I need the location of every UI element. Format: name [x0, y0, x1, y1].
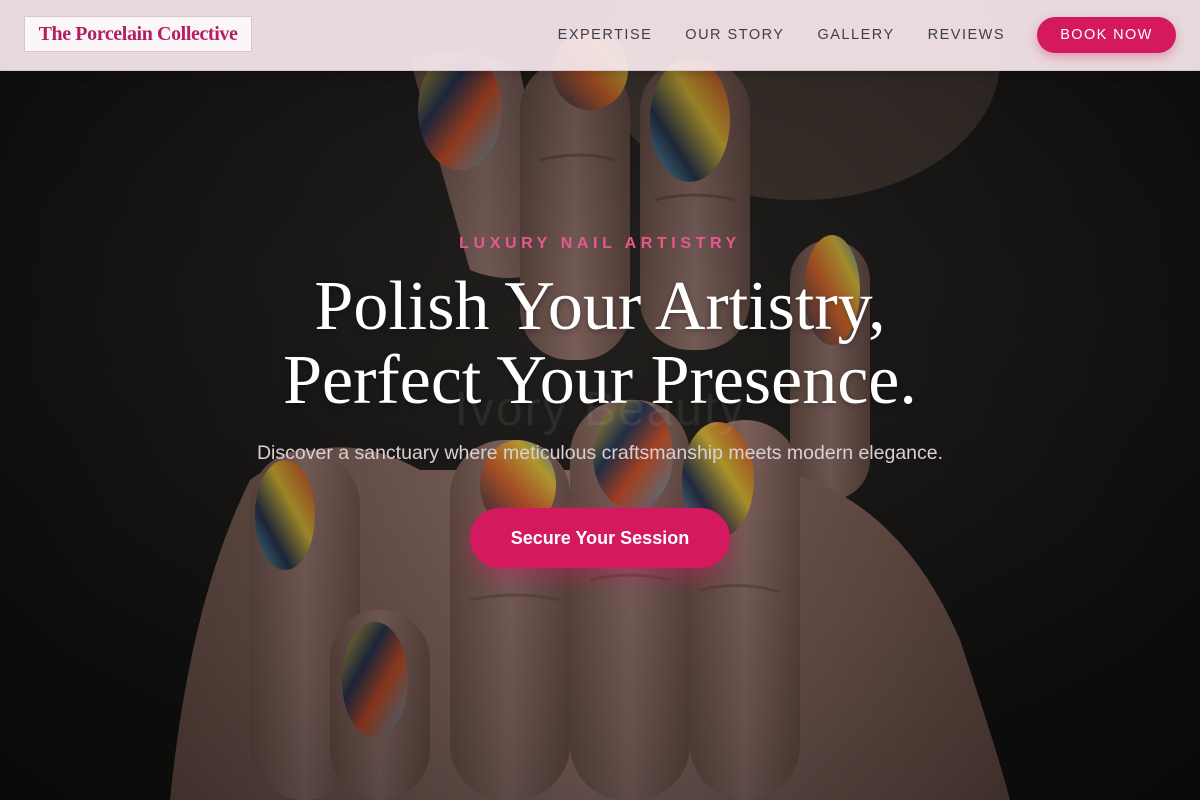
hero-headline-line-1: Polish Your Artistry,: [314, 268, 886, 345]
book-now-button[interactable]: BOOK NOW: [1037, 17, 1176, 53]
nav-link-reviews[interactable]: REVIEWS: [928, 27, 1005, 43]
hero-headline-line-2: Perfect Your Presence.: [283, 342, 917, 419]
nav-link-expertise[interactable]: EXPERTISE: [558, 27, 653, 43]
top-navbar: The Porcelain Collective EXPERTISE OUR S…: [0, 0, 1200, 71]
secure-session-button[interactable]: Secure Your Session: [470, 508, 730, 568]
hero-eyebrow: LUXURY NAIL ARTISTRY: [459, 235, 741, 252]
brand-logo[interactable]: The Porcelain Collective: [24, 16, 252, 52]
nav-link-our-story[interactable]: OUR STORY: [685, 27, 784, 43]
main-nav: EXPERTISE OUR STORY GALLERY REVIEWS: [558, 0, 1005, 70]
nav-link-gallery[interactable]: GALLERY: [817, 27, 894, 43]
hero-section: Ivory Beauty LUXURY NAIL ARTISTRY Polish…: [0, 0, 1200, 800]
hero-headline: Polish Your Artistry, Perfect Your Prese…: [0, 270, 1200, 418]
hero-subtitle: Discover a sanctuary where meticulous cr…: [256, 442, 944, 464]
